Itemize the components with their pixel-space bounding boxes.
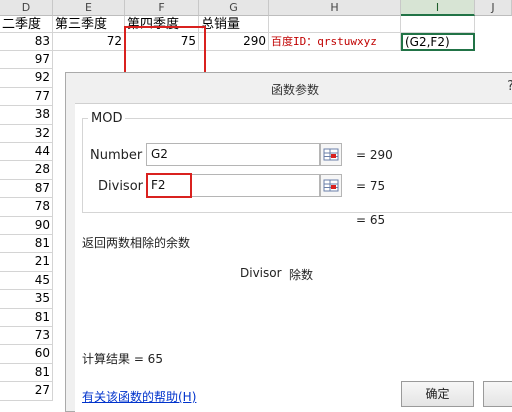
cell-h2[interactable]: 百度ID：qrstuwxyz [269, 33, 401, 51]
cell-d-value[interactable]: 81 [0, 235, 53, 254]
col-header-j[interactable]: J [475, 0, 512, 16]
cell-d-value[interactable]: 28 [0, 161, 53, 180]
range-select-icon [323, 148, 339, 161]
range-select-icon[interactable] [320, 143, 342, 166]
dialog-body: MOD Number G2 = 290 Divisor F2 = 75 = 65… [75, 103, 512, 412]
function-name: MOD [88, 111, 126, 126]
cell-d-value[interactable]: 77 [0, 87, 53, 107]
col-header-e[interactable]: E [53, 0, 125, 16]
cell-d-value[interactable]: 32 [0, 124, 53, 143]
divisor-label: Divisor [98, 179, 143, 194]
cell-d-value[interactable]: 78 [0, 198, 53, 217]
cell-g2[interactable]: 290 [199, 33, 269, 51]
cell-h1[interactable] [269, 16, 401, 33]
cell-d-value[interactable]: 92 [0, 69, 53, 88]
question-icon[interactable]: ? [507, 73, 512, 101]
col-header-d[interactable]: D [0, 0, 53, 16]
cell-d-value[interactable]: 60 [0, 345, 53, 364]
cell-e2[interactable]: 72 [53, 33, 125, 51]
number-input[interactable]: G2 [146, 143, 320, 166]
dialog-title: 函数参数 [66, 73, 512, 107]
cell-d-value[interactable]: 81 [0, 308, 53, 327]
number-result: = 290 [356, 148, 393, 162]
cancel-button[interactable] [483, 381, 512, 407]
cell-d-value[interactable]: 87 [0, 179, 53, 199]
cell-g1[interactable]: 总销量 [199, 16, 269, 33]
number-label: Number [90, 148, 143, 163]
argument-description-text: 除数 [289, 268, 314, 282]
range-select-icon [323, 179, 339, 192]
help-link[interactable]: 有关该函数的帮助(H) [82, 388, 196, 405]
cell-i1[interactable] [401, 16, 475, 33]
cell-i2-formula[interactable]: (G2,F2) [401, 33, 475, 51]
ok-button[interactable]: 确定 [401, 381, 474, 407]
col-header-i[interactable]: I [401, 0, 475, 16]
function-arguments-dialog: 函数参数 ? MOD Number G2 = 290 Divisor F2 [65, 72, 512, 412]
argument-description-name: Divisor [240, 266, 282, 280]
cell-d-value[interactable]: 97 [0, 51, 53, 70]
range-select-icon[interactable] [320, 174, 342, 197]
function-description: 返回两数相除的余数 [82, 236, 191, 250]
col-header-f[interactable]: F [125, 0, 199, 16]
highlight-box-divisor [146, 173, 192, 198]
cell-d-value[interactable]: 21 [0, 253, 53, 272]
cell-d-value[interactable]: 44 [0, 143, 53, 162]
cell-e1[interactable]: 第三季度 [53, 16, 125, 33]
cell-d-value[interactable]: 45 [0, 271, 53, 291]
cell-d-value[interactable]: 27 [0, 382, 53, 401]
divisor-result: = 75 [356, 179, 386, 193]
cell-d-value[interactable]: 35 [0, 290, 53, 309]
cell-d-value[interactable]: 81 [0, 363, 53, 383]
col-header-g[interactable]: G [199, 0, 269, 16]
cell-d-value[interactable]: 73 [0, 327, 53, 346]
cell-d1[interactable]: 二季度 [0, 16, 53, 33]
col-header-h[interactable]: H [269, 0, 401, 16]
function-result: = 65 [356, 213, 386, 227]
cell-d2[interactable]: 83 [0, 33, 53, 51]
cell-d-value[interactable]: 90 [0, 216, 53, 235]
highlight-box-f [124, 26, 206, 78]
cell-d-value[interactable]: 38 [0, 106, 53, 125]
calc-result: 计算结果 = 65 [82, 352, 163, 366]
